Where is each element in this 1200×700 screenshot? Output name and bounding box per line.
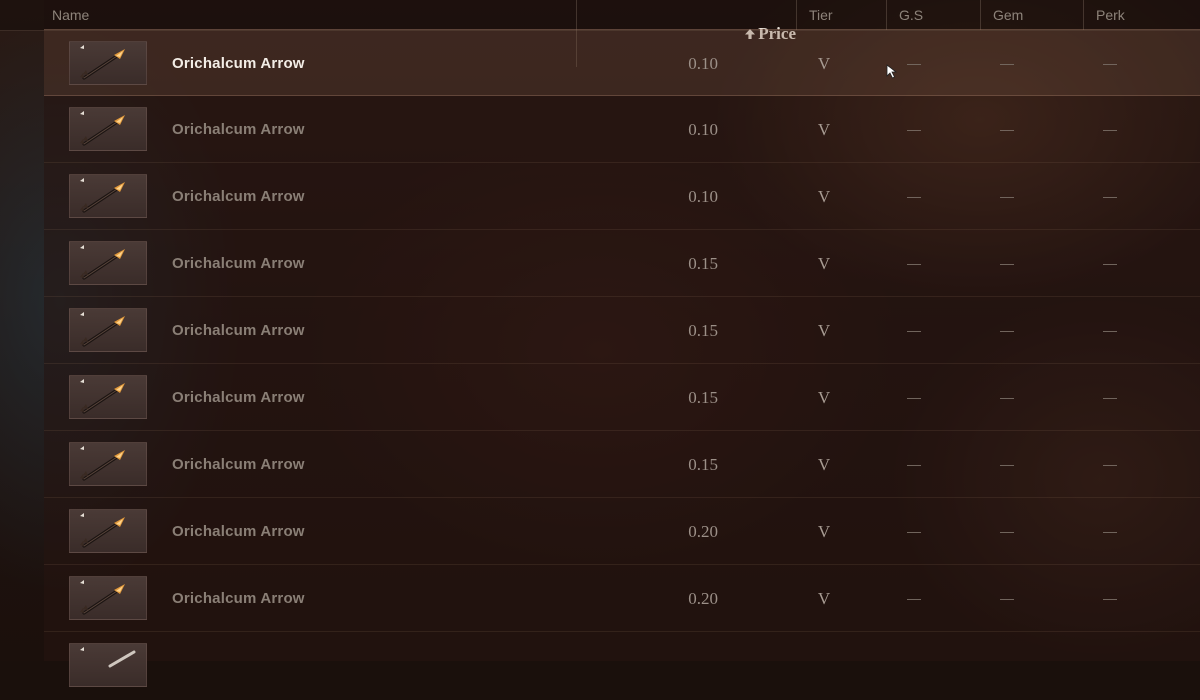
listing-row[interactable]: Orichalcum Arrow 0.10 V — — — — [44, 29, 1200, 96]
listing-row[interactable]: Orichalcum Arrow 0.10 V — — — — [44, 96, 1200, 163]
item-gear-score: — — [907, 456, 921, 472]
item-name: Orichalcum Arrow — [172, 590, 305, 607]
column-header-gem[interactable]: Gem — [980, 0, 1083, 30]
listing-row[interactable]: Orichalcum Arrow 0.15 V — — — — [44, 297, 1200, 364]
column-header-tier-label: Tier — [809, 7, 833, 23]
arrow-item-icon — [80, 580, 125, 615]
item-name: Orichalcum Arrow — [172, 121, 305, 138]
column-header-perk[interactable]: Perk — [1083, 0, 1200, 30]
listing-row[interactable]: Orichalcum Arrow 0.20 V — — — — [44, 565, 1200, 632]
item-price: 0.15 — [688, 254, 718, 273]
item-gear-score: — — [907, 188, 921, 204]
item-tier: V — [817, 589, 831, 608]
item-price: 0.20 — [688, 522, 718, 541]
item-gem: — — [1000, 121, 1014, 137]
item-gear-score: — — [907, 389, 921, 405]
listing-row[interactable]: Orichalcum Arrow 0.15 V — — — — [44, 230, 1200, 297]
arrow-item-icon — [80, 45, 125, 80]
item-name: Orichalcum Arrow — [172, 322, 305, 339]
column-header-gem-label: Gem — [993, 7, 1024, 23]
column-header-tier[interactable]: Tier — [796, 0, 886, 30]
item-gem: — — [1000, 255, 1014, 271]
item-gear-score: — — [907, 322, 921, 338]
arrow-item-icon — [80, 178, 125, 213]
item-perk: — — [1103, 523, 1117, 539]
item-gem: — — [1000, 55, 1014, 71]
item-thumbnail — [69, 375, 147, 419]
item-gear-score: — — [907, 55, 921, 71]
listing-row[interactable]: Orichalcum Arrow 0.15 V — — — — [44, 431, 1200, 498]
item-price: 0.20 — [688, 589, 718, 608]
item-price: 0.15 — [688, 388, 718, 407]
item-gem: — — [1000, 389, 1014, 405]
item-price: 0.15 — [688, 455, 718, 474]
listing-row[interactable]: Orichalcum Arrow 0.20 V — — — — [44, 498, 1200, 565]
arrow-item-icon — [80, 111, 125, 146]
item-perk: — — [1103, 322, 1117, 338]
item-perk: — — [1103, 389, 1117, 405]
item-tier: V — [817, 120, 831, 139]
item-tier: V — [817, 321, 831, 340]
item-tier: V — [817, 254, 831, 273]
item-gem: — — [1000, 590, 1014, 606]
arrow-item-icon — [80, 647, 136, 668]
item-perk: — — [1103, 456, 1117, 472]
table-header: Name Price Tier G.S Gem Perk — [0, 0, 1200, 67]
item-thumbnail — [69, 241, 147, 285]
item-gear-score: — — [907, 255, 921, 271]
item-price: 0.10 — [688, 54, 718, 73]
item-name: Orichalcum Arrow — [172, 255, 305, 272]
item-thumbnail — [69, 643, 147, 687]
item-price: 0.10 — [688, 120, 718, 139]
item-thumbnail — [69, 41, 147, 85]
column-header-name-label: Name — [52, 7, 90, 23]
item-name: Orichalcum Arrow — [172, 389, 305, 406]
item-tier: V — [817, 187, 831, 206]
item-perk: — — [1103, 255, 1117, 271]
item-price: 0.15 — [688, 321, 718, 340]
column-header-perk-label: Perk — [1096, 7, 1125, 23]
item-tier: V — [817, 54, 831, 73]
column-header-gs-label: G.S — [899, 7, 924, 23]
item-gear-score: — — [907, 590, 921, 606]
arrow-item-icon — [80, 312, 125, 347]
item-price: 0.10 — [688, 187, 718, 206]
item-thumbnail — [69, 174, 147, 218]
arrow-item-icon — [80, 379, 125, 414]
item-name: Orichalcum Arrow — [172, 55, 305, 72]
item-thumbnail — [69, 308, 147, 352]
item-tier: V — [817, 522, 831, 541]
item-perk: — — [1103, 121, 1117, 137]
item-gem: — — [1000, 523, 1014, 539]
item-name: Orichalcum Arrow — [172, 456, 305, 473]
arrow-item-icon — [80, 513, 125, 548]
item-tier: V — [817, 455, 831, 474]
item-tier: V — [817, 388, 831, 407]
listing-row[interactable]: Orichalcum Arrow 0.15 V — — — — [44, 364, 1200, 431]
item-gear-score: — — [907, 121, 921, 137]
item-thumbnail — [69, 107, 147, 151]
item-name: Orichalcum Arrow — [172, 188, 305, 205]
item-thumbnail — [69, 442, 147, 486]
item-name: Orichalcum Arrow — [172, 523, 305, 540]
item-perk: — — [1103, 590, 1117, 606]
item-thumbnail — [69, 576, 147, 620]
column-header-name[interactable]: Name — [52, 0, 572, 30]
item-gem: — — [1000, 322, 1014, 338]
item-perk: — — [1103, 188, 1117, 204]
item-gem: — — [1000, 456, 1014, 472]
item-thumbnail — [69, 509, 147, 553]
listing-row-partial[interactable] — [44, 633, 1200, 700]
item-gear-score: — — [907, 523, 921, 539]
item-gem: — — [1000, 188, 1014, 204]
mouse-cursor-icon — [886, 64, 898, 79]
listing-row[interactable]: Orichalcum Arrow 0.10 V — — — — [44, 163, 1200, 230]
column-header-gs[interactable]: G.S — [886, 0, 980, 30]
arrow-item-icon — [80, 446, 125, 481]
arrow-item-icon — [80, 245, 125, 280]
item-perk: — — [1103, 55, 1117, 71]
